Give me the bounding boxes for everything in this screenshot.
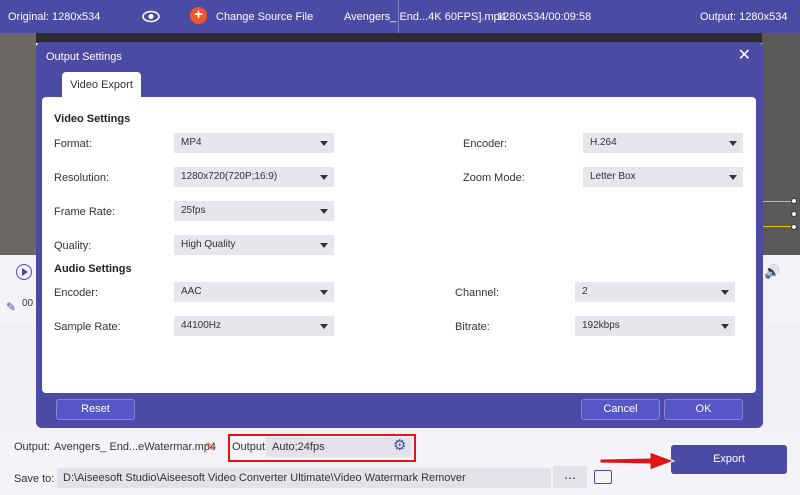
- chevron-down-icon: [320, 209, 328, 214]
- bitrate-select[interactable]: 192kbps: [575, 316, 735, 336]
- audio-encoder-select[interactable]: AAC: [174, 282, 334, 302]
- gear-icon[interactable]: ⚙: [393, 438, 409, 454]
- selection-handle[interactable]: [791, 224, 797, 230]
- channel-label: Channel:: [455, 287, 500, 299]
- encoder-value: H.264: [590, 137, 617, 148]
- top-bar: Original: 1280x534 + Change Source File …: [0, 0, 800, 33]
- chevron-down-icon: [320, 243, 328, 248]
- audio-encoder-value: AAC: [181, 286, 202, 297]
- output-resolution: Output: 1280x534: [700, 11, 788, 23]
- channel-value: 2: [582, 286, 588, 297]
- encoder-label: Encoder:: [463, 138, 508, 150]
- encoder-select[interactable]: H.264: [583, 133, 743, 153]
- channel-select[interactable]: 2: [575, 282, 735, 302]
- sample-rate-select[interactable]: 44100Hz: [174, 316, 334, 336]
- format-value: MP4: [181, 137, 202, 148]
- output-format-label: Output:: [232, 441, 269, 453]
- red-arrow-annotation: [599, 451, 676, 471]
- chevron-down-icon: [729, 175, 737, 180]
- selection-handle[interactable]: [791, 211, 797, 217]
- audio-settings-heading: Audio Settings: [54, 263, 132, 275]
- sample-rate-value: 44100Hz: [181, 320, 222, 331]
- format-select[interactable]: MP4: [174, 133, 334, 153]
- resolution-value: 1280x720(720P;16:9): [181, 171, 278, 182]
- audio-encoder-label: Encoder:: [54, 287, 99, 299]
- quality-select[interactable]: High Quality: [174, 235, 334, 255]
- browse-button[interactable]: ...: [553, 466, 587, 488]
- chevron-down-icon: [721, 290, 729, 295]
- zoom-mode-value: Letter Box: [590, 171, 636, 182]
- chevron-down-icon: [729, 141, 737, 146]
- change-source-button[interactable]: Change Source File: [216, 11, 313, 23]
- tab-video-export[interactable]: Video Export: [62, 72, 141, 99]
- resolution-select[interactable]: 1280x720(720P;16:9): [174, 167, 334, 187]
- watermark-tool-icon[interactable]: ✎: [6, 300, 16, 314]
- reset-button[interactable]: Reset: [56, 399, 135, 420]
- volume-icon[interactable]: 🔊: [764, 264, 780, 279]
- preview-divider: [398, 0, 399, 33]
- frame-rate-value: 25fps: [181, 205, 206, 216]
- export-button[interactable]: Export: [671, 445, 787, 474]
- chevron-down-icon: [320, 175, 328, 180]
- ok-button[interactable]: OK: [664, 399, 743, 420]
- quality-value: High Quality: [181, 239, 236, 250]
- save-to-label: Save to:: [14, 473, 55, 485]
- play-icon[interactable]: [16, 264, 32, 280]
- original-preview: [0, 33, 36, 255]
- video-settings-heading: Video Settings: [54, 113, 131, 125]
- output-settings-dialog: Output Settings ✕ Video Export: [36, 42, 763, 428]
- output-format-field[interactable]: Auto;24fps: [266, 437, 412, 457]
- output-label: Output:: [14, 441, 51, 453]
- sample-rate-label: Sample Rate:: [54, 321, 121, 333]
- resolution-label: Resolution:: [54, 172, 110, 184]
- frame-rate-label: Frame Rate:: [54, 206, 116, 218]
- edit-pencil-icon[interactable]: ✎: [205, 440, 217, 454]
- original-resolution: Original: 1280x534: [8, 11, 101, 23]
- folder-icon[interactable]: [594, 470, 612, 484]
- timeline-time: 00: [22, 298, 34, 309]
- bitrate-value: 192kbps: [582, 320, 620, 331]
- chevron-down-icon: [721, 324, 729, 329]
- file-info: 1280x534/00:09:58: [497, 11, 592, 23]
- zoom-mode-select[interactable]: Letter Box: [583, 167, 743, 187]
- zoom-mode-label: Zoom Mode:: [463, 172, 525, 184]
- add-file-icon[interactable]: +: [190, 7, 207, 24]
- cancel-button[interactable]: Cancel: [581, 399, 660, 420]
- chevron-down-icon: [320, 324, 328, 329]
- format-label: Format:: [54, 138, 92, 150]
- save-path-field[interactable]: D:\Aiseesoft Studio\Aiseesoft Video Conv…: [57, 468, 551, 488]
- selection-handle[interactable]: [791, 198, 797, 204]
- dialog-title: Output Settings: [46, 51, 122, 63]
- close-icon[interactable]: ✕: [738, 48, 751, 64]
- output-file-name: Avengers_ End...eWatermar.mp4: [54, 441, 217, 453]
- quality-label: Quality:: [54, 240, 92, 252]
- eye-icon[interactable]: [142, 10, 160, 23]
- chevron-down-icon: [320, 290, 328, 295]
- file-name: Avengers_ End...4K 60FPS].mp4: [344, 11, 506, 23]
- frame-rate-select[interactable]: 25fps: [174, 201, 334, 221]
- chevron-down-icon: [320, 141, 328, 146]
- bitrate-label: Bitrate:: [455, 321, 490, 333]
